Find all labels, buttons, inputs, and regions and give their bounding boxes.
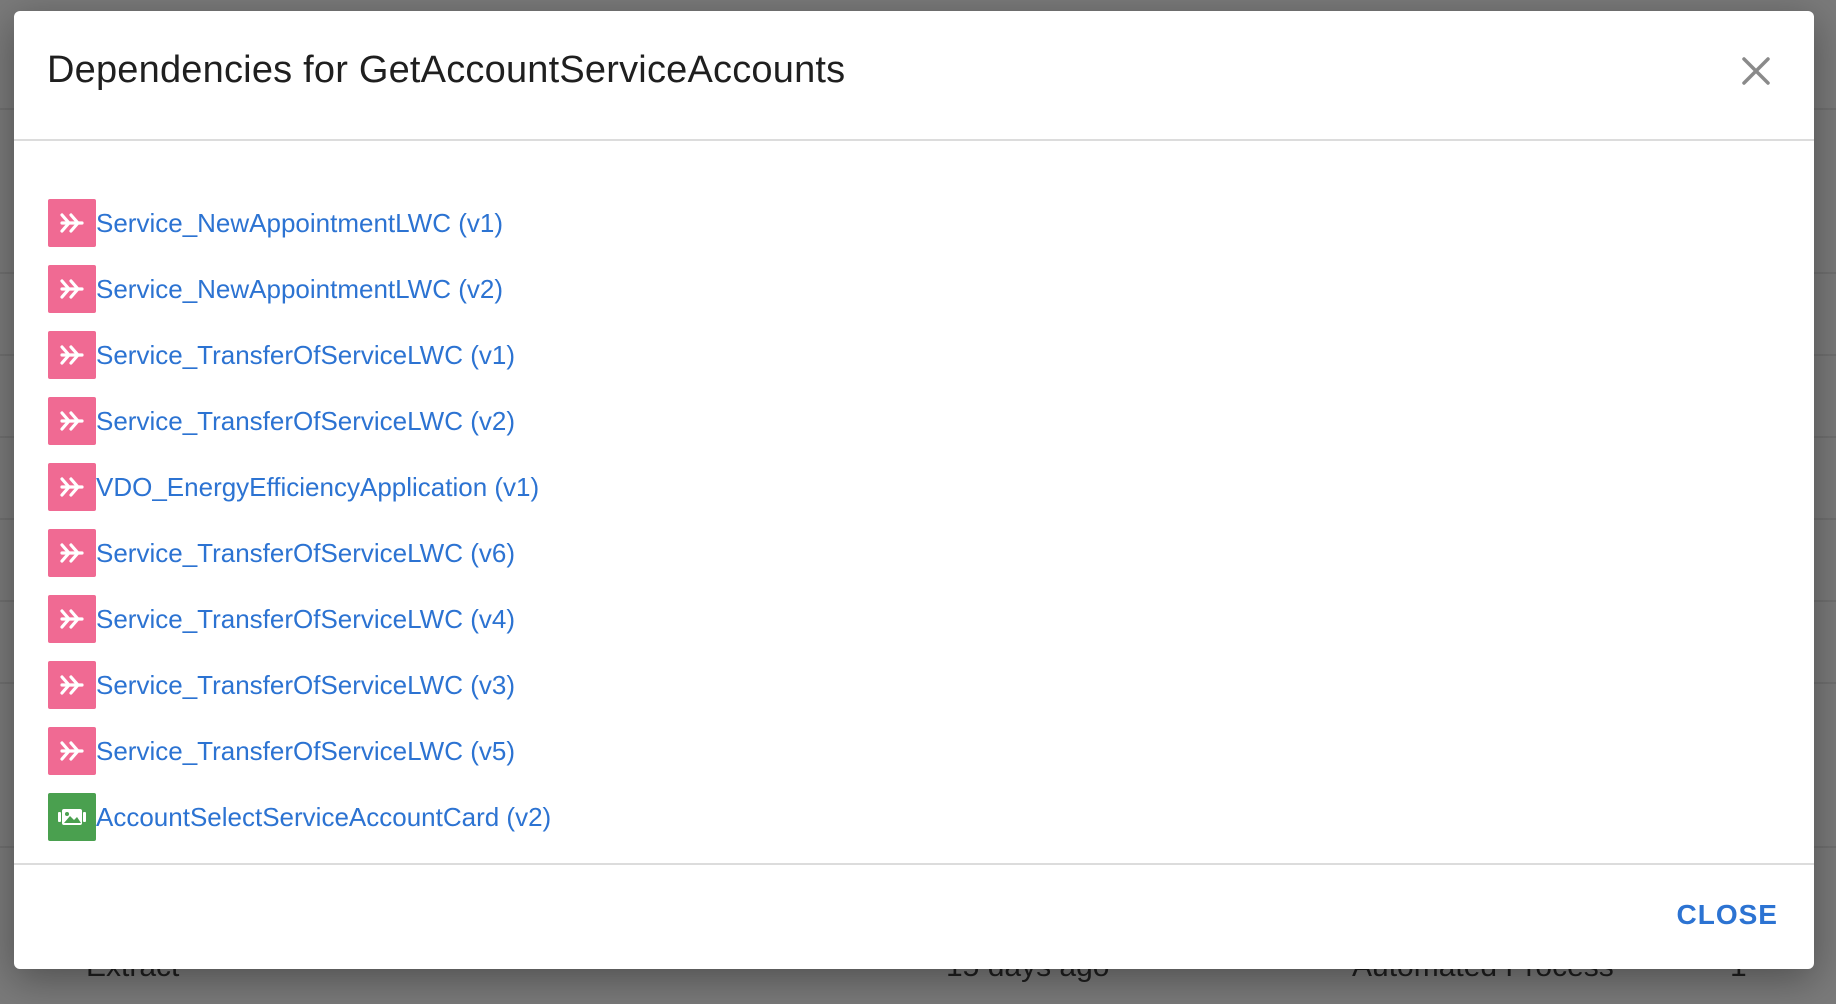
dependency-item: AccountSelectServiceAccountCard (v2) [48, 784, 551, 850]
omniscript-icon [48, 199, 96, 247]
modal-footer: CLOSE [14, 863, 1814, 969]
omniscript-icon [48, 529, 96, 577]
close-button[interactable]: CLOSE [1677, 899, 1778, 931]
dependency-item: Service_TransferOfServiceLWC (v2) [48, 388, 551, 454]
omniscript-icon [48, 463, 96, 511]
dependency-item: Service_TransferOfServiceLWC (v6) [48, 520, 551, 586]
close-icon[interactable] [1734, 49, 1778, 93]
dependency-item: Service_TransferOfServiceLWC (v1) [48, 322, 551, 388]
omniscript-icon [48, 595, 96, 643]
modal-title: Dependencies for GetAccountServiceAccoun… [47, 49, 846, 91]
dependency-link[interactable]: Service_TransferOfServiceLWC (v6) [96, 529, 515, 577]
dependency-item: Service_TransferOfServiceLWC (v4) [48, 586, 551, 652]
modal-body: Service_NewAppointmentLWC (v1) Service_Ne… [14, 141, 1814, 875]
dependency-link[interactable]: Service_TransferOfServiceLWC (v5) [96, 727, 515, 775]
omniscript-icon [48, 397, 96, 445]
dependency-link[interactable]: Service_NewAppointmentLWC (v2) [96, 265, 503, 313]
omniscript-icon [48, 727, 96, 775]
modal-header: Dependencies for GetAccountServiceAccoun… [14, 11, 1814, 141]
omniscript-icon [48, 331, 96, 379]
dependency-item: Service_NewAppointmentLWC (v2) [48, 256, 551, 322]
dependency-item: Service_NewAppointmentLWC (v1) [48, 190, 551, 256]
dependency-link[interactable]: Service_TransferOfServiceLWC (v4) [96, 595, 515, 643]
dependency-list: Service_NewAppointmentLWC (v1) Service_Ne… [48, 190, 551, 850]
dependency-link[interactable]: Service_TransferOfServiceLWC (v2) [96, 397, 515, 445]
omniscript-icon [48, 265, 96, 313]
omniscript-icon [48, 661, 96, 709]
dependencies-modal: Dependencies for GetAccountServiceAccoun… [14, 11, 1814, 969]
dependency-link[interactable]: Service_TransferOfServiceLWC (v3) [96, 661, 515, 709]
dependency-link[interactable]: Service_TransferOfServiceLWC (v1) [96, 331, 515, 379]
dependency-item: VDO_EnergyEfficiencyApplication (v1) [48, 454, 551, 520]
dependency-link[interactable]: Service_NewAppointmentLWC (v1) [96, 199, 503, 247]
dependency-link[interactable]: AccountSelectServiceAccountCard (v2) [96, 793, 551, 841]
flexcard-icon [48, 793, 96, 841]
dependency-item: Service_TransferOfServiceLWC (v5) [48, 718, 551, 784]
dependency-item: Service_TransferOfServiceLWC (v3) [48, 652, 551, 718]
dependency-link[interactable]: VDO_EnergyEfficiencyApplication (v1) [96, 463, 539, 511]
